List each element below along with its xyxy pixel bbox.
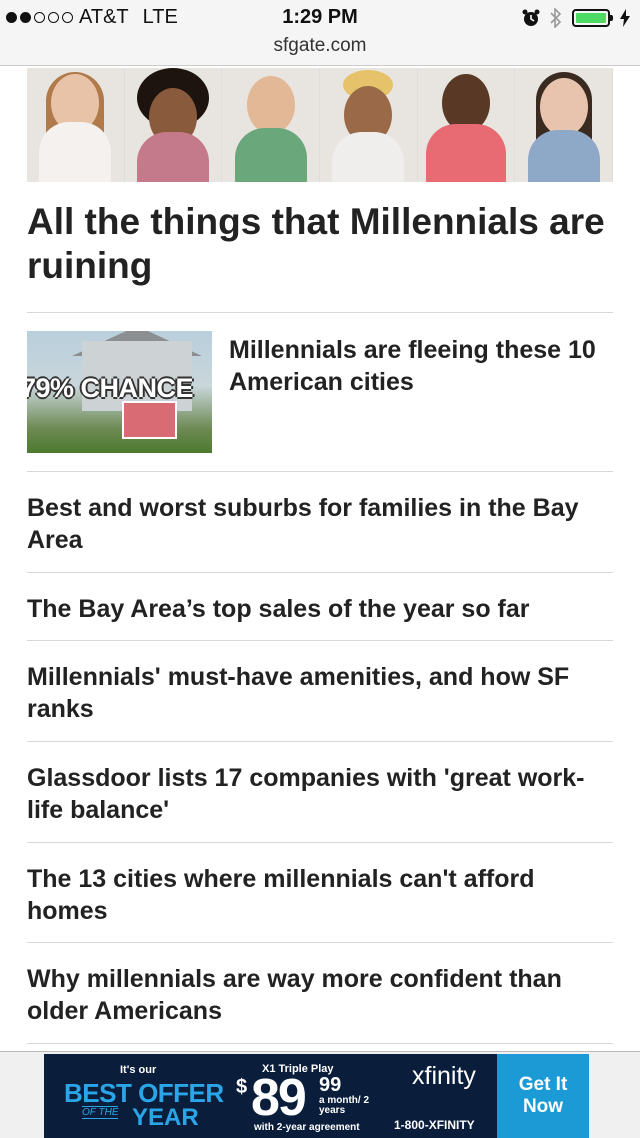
person-photo bbox=[124, 68, 223, 182]
ad-term: a month/ 2 years bbox=[319, 1095, 370, 1116]
person-photo bbox=[27, 68, 125, 182]
ad-phone: 1-800-XFINITY bbox=[394, 1118, 475, 1132]
article-headline: All the things that Millennials are ruin… bbox=[27, 201, 605, 286]
xfinity-logo: xfinity bbox=[412, 1062, 476, 1090]
ad-cents: 99 bbox=[319, 1074, 342, 1096]
charging-icon bbox=[620, 9, 630, 27]
divider bbox=[27, 741, 613, 742]
person-photo bbox=[417, 68, 516, 182]
feature-story-link[interactable]: Millennials are fleeing these 10 America… bbox=[229, 334, 609, 398]
person-photo bbox=[515, 68, 613, 182]
get-it-now-button[interactable]: Get It Now bbox=[497, 1054, 589, 1138]
divider bbox=[27, 1043, 613, 1044]
divider bbox=[27, 640, 613, 641]
story-link[interactable]: Millennials' must-have amenities, and ho… bbox=[27, 661, 613, 725]
ad-banner-container: It's our BEST OFFER OF THE YEAR X1 Tripl… bbox=[0, 1051, 640, 1138]
person-photo bbox=[320, 68, 418, 182]
bluetooth-icon bbox=[550, 8, 562, 28]
status-bar: AT&T LTE 1:29 PM sfgate.com bbox=[0, 0, 640, 66]
divider bbox=[27, 942, 613, 943]
ad-intro: It's our bbox=[120, 1064, 157, 1076]
story-link[interactable]: The 13 cities where millennials can't af… bbox=[27, 863, 613, 927]
feature-story-image[interactable]: 79% CHANCE bbox=[27, 331, 212, 453]
divider bbox=[27, 312, 613, 313]
divider bbox=[27, 842, 613, 843]
divider bbox=[27, 572, 613, 573]
person-photo bbox=[222, 68, 321, 182]
ad-of-the: OF THE bbox=[82, 1106, 119, 1119]
story-link[interactable]: Glassdoor lists 17 companies with 'great… bbox=[27, 762, 613, 826]
ad-year: YEAR bbox=[132, 1104, 199, 1131]
ad-agreement: with 2-year agreement bbox=[254, 1122, 360, 1133]
battery-icon bbox=[572, 9, 613, 27]
hero-image bbox=[27, 68, 613, 182]
image-overlay-text: 79% CHANCE bbox=[27, 373, 194, 403]
story-link[interactable]: The Bay Area’s top sales of the year so … bbox=[27, 593, 613, 625]
address-bar[interactable]: sfgate.com bbox=[0, 35, 640, 57]
story-link[interactable]: Why millennials are way more confident t… bbox=[27, 963, 613, 1027]
ad-price: 89 bbox=[251, 1069, 307, 1127]
divider bbox=[27, 471, 613, 472]
xfinity-ad[interactable]: It's our BEST OFFER OF THE YEAR X1 Tripl… bbox=[44, 1054, 589, 1138]
ad-dollar-sign: $ bbox=[236, 1076, 248, 1098]
story-link[interactable]: Best and worst suburbs for families in t… bbox=[27, 492, 613, 556]
alarm-icon bbox=[522, 9, 540, 26]
